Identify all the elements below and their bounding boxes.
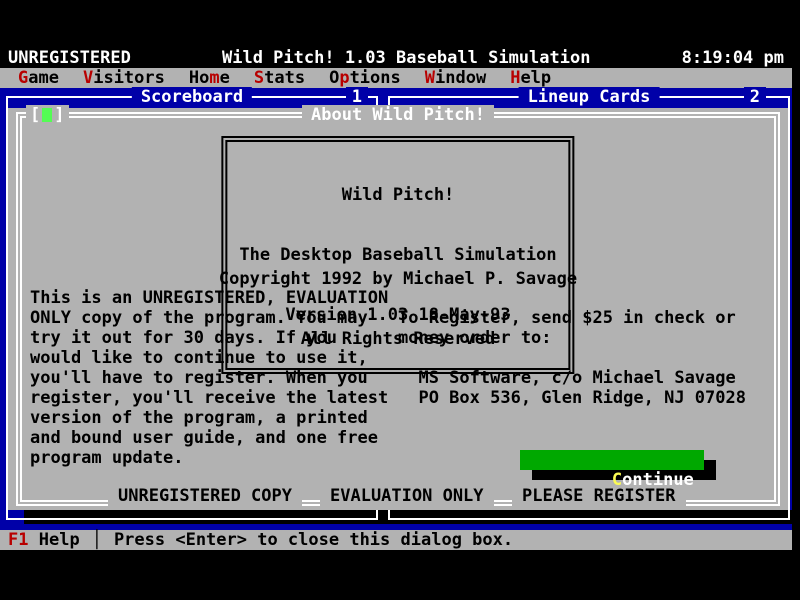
dialog-title: About Wild Pitch!: [302, 105, 494, 125]
close-bracket-open: [: [30, 105, 40, 125]
dos-screen: UNREGISTERED Wild Pitch! 1.03 Baseball S…: [0, 0, 800, 600]
menu-item-game[interactable]: Game: [18, 68, 59, 88]
close-button[interactable]: [ ]: [26, 105, 69, 125]
about-dialog: [ ] About Wild Pitch! Wild Pitch! The De…: [8, 108, 788, 510]
menu-item-help[interactable]: Help: [510, 68, 551, 88]
evaluation-notice-text: This is an UNREGISTERED, EVALUATION ONLY…: [30, 288, 388, 468]
status-message: Press <Enter> to close this dialog box.: [114, 530, 513, 550]
status-separator: │: [80, 530, 114, 550]
footer-please-register: PLEASE REGISTER: [512, 486, 686, 506]
close-icon: [42, 108, 52, 122]
clock: 8:19:04 pm: [682, 48, 784, 68]
window-scoreboard-number: 1: [346, 87, 368, 107]
menu-bar: Game Visitors Home Stats Options Window …: [0, 68, 792, 88]
window-scoreboard-title: Scoreboard: [132, 87, 252, 107]
app-title: Wild Pitch! 1.03 Baseball Simulation: [222, 48, 590, 68]
registration-info-text: To Register, send $25 in check or money …: [398, 308, 746, 408]
title-bar: UNREGISTERED Wild Pitch! 1.03 Baseball S…: [0, 48, 792, 68]
desktop: Scoreboard 1 Lineup Cards 2 [ ] About Wi…: [0, 88, 792, 530]
menu-item-visitors[interactable]: Visitors: [83, 68, 165, 88]
continue-button[interactable]: Continue: [520, 450, 704, 470]
footer-evaluation-only: EVALUATION ONLY: [320, 486, 494, 506]
menu-item-stats[interactable]: Stats: [254, 68, 305, 88]
window-lineup-cards-title: Lineup Cards: [519, 87, 660, 107]
registration-status: UNREGISTERED: [8, 48, 131, 68]
f1-help-hint[interactable]: F1 Help: [8, 530, 80, 550]
window-lineup-cards-number: 2: [744, 87, 766, 107]
program-name: Wild Pitch!: [239, 185, 556, 205]
copyright-line: Copyright 1992 by Michael P. Savage: [8, 269, 788, 289]
menu-item-home[interactable]: Home: [189, 68, 230, 88]
status-bar: F1 Help │ Press <Enter> to close this di…: [0, 530, 792, 550]
menu-item-window[interactable]: Window: [425, 68, 486, 88]
close-bracket-close: ]: [54, 105, 64, 125]
menu-item-options[interactable]: Options: [329, 68, 401, 88]
footer-unregistered-copy: UNREGISTERED COPY: [108, 486, 302, 506]
